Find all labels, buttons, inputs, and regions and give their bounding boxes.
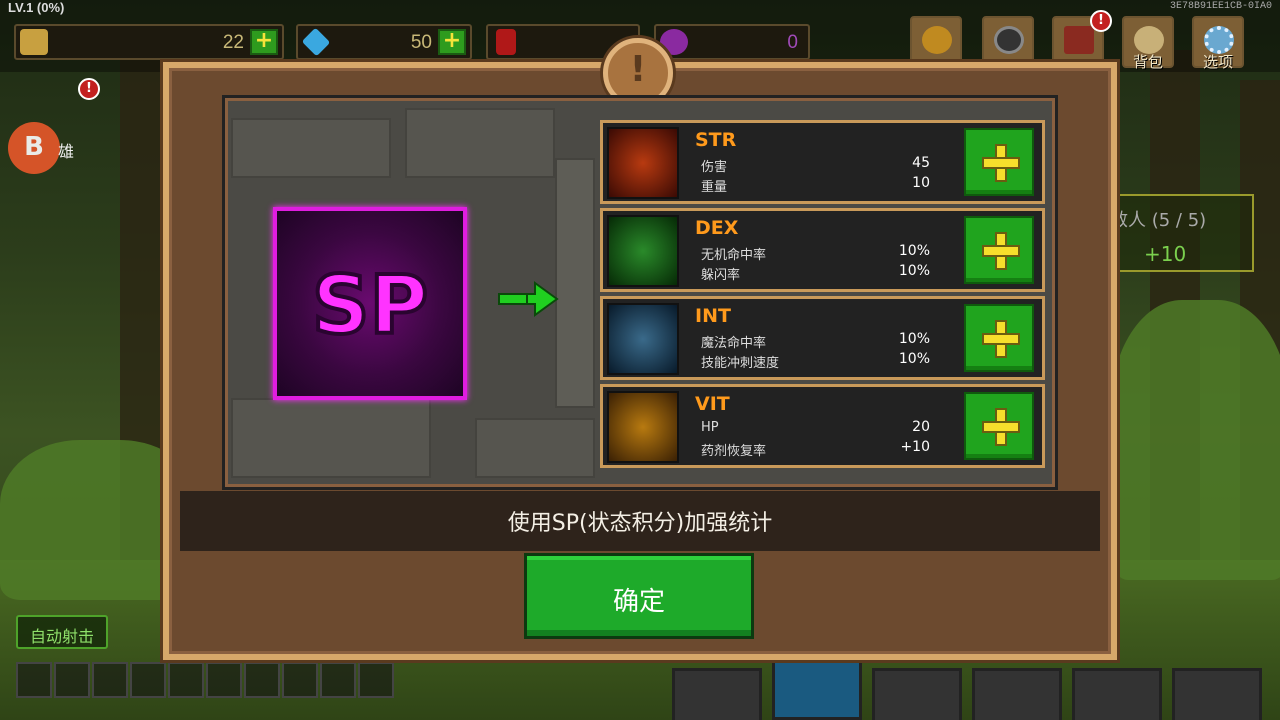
locked-skill-slot[interactable]	[672, 668, 762, 720]
options-label: 选项	[1202, 53, 1233, 71]
stat-line1-label: 魔法命中率	[701, 336, 767, 351]
book-icon	[1064, 26, 1094, 54]
book-button[interactable]: !	[1052, 10, 1112, 68]
inventory-slot[interactable]	[16, 662, 52, 698]
add-gem-button[interactable]: +	[438, 29, 466, 55]
ruby-icon	[496, 29, 516, 55]
gem-amount: 50	[410, 32, 432, 53]
stat-line2-label: 重量	[701, 180, 728, 195]
stat-row-str: STR 伤害 45 重量 10	[600, 120, 1045, 204]
skull-button[interactable]	[982, 16, 1034, 68]
gold-amount: 22	[222, 32, 244, 53]
stat-line1-value: 20	[912, 419, 930, 435]
int-wizard-icon	[607, 303, 679, 375]
stat-row-dex: DEX 无机命中率 10% 躲闪率 10%	[600, 208, 1045, 292]
stat-name: VIT	[695, 393, 730, 415]
stat-name: DEX	[695, 217, 739, 239]
auto-fire-label: 自动射击	[29, 627, 94, 646]
stat-line1-label: 伤害	[701, 160, 728, 175]
vit-muscle-icon	[607, 391, 679, 463]
confirm-button[interactable]: 确定	[524, 553, 754, 639]
gem-counter: 50 +	[296, 24, 472, 60]
stat-line2-value: +10	[900, 439, 930, 455]
stat-line2-label: 躲闪率	[701, 268, 741, 283]
diamond-icon	[301, 27, 331, 57]
inventory-slot[interactable]	[168, 662, 204, 698]
gear-icon	[1204, 26, 1234, 54]
enemy-count: 敌人 (5 / 5)	[1110, 210, 1207, 231]
hero-button[interactable]: B	[8, 122, 60, 174]
skill-slot[interactable]	[772, 660, 862, 720]
str-strength-icon	[607, 127, 679, 199]
soul-amount: 0	[787, 32, 798, 53]
sp-label: SP	[310, 257, 430, 354]
trophy-icon	[922, 26, 952, 54]
inventory-slot[interactable]	[92, 662, 128, 698]
stat-line2-value: 10%	[898, 351, 930, 367]
inventory-slot[interactable]	[244, 662, 280, 698]
bag-icon	[1134, 26, 1164, 54]
locked-skill-slot[interactable]	[1072, 668, 1162, 720]
confirm-label: 确定	[612, 587, 665, 617]
stat-name: INT	[695, 305, 731, 327]
stat-line1-value: 10%	[898, 331, 930, 347]
locked-skill-slot[interactable]	[972, 668, 1062, 720]
hero-button-label: B	[24, 132, 44, 162]
soul-counter: 0	[654, 24, 810, 60]
dex-agility-icon	[607, 215, 679, 287]
hero-alert-badge: !	[78, 78, 100, 100]
level-indicator: LV.1 (0%)	[8, 0, 65, 15]
locked-skill-slot[interactable]	[872, 668, 962, 720]
stat-line2-label: 药剂恢复率	[701, 444, 767, 459]
stat-line2-value: 10%	[898, 263, 930, 279]
trophy-button[interactable]	[910, 16, 962, 68]
gold-counter: 22 +	[14, 24, 284, 60]
add-str-button[interactable]	[964, 128, 1034, 196]
add-gold-button[interactable]: +	[250, 29, 278, 55]
stat-line2-label: 技能冲刺速度	[701, 356, 780, 371]
inventory-slot[interactable]	[54, 662, 90, 698]
inventory-slot[interactable]	[206, 662, 242, 698]
options-button[interactable]: 选项	[1192, 16, 1244, 71]
auto-fire-button[interactable]: 自动射击	[16, 615, 108, 649]
enemy-panel: 敌人 (5 / 5) +10	[1094, 194, 1254, 272]
device-id: 3E78B91EE1CB-0IA0	[1169, 1, 1272, 12]
inventory-slot[interactable]	[282, 662, 318, 698]
stat-line2-value: 10	[912, 175, 930, 191]
stat-line1-label: 无机命中率	[701, 248, 767, 263]
stat-row-vit: VIT HP 20 药剂恢复率 +10	[600, 384, 1045, 468]
locked-skill-slot[interactable]	[1172, 668, 1262, 720]
skull-icon	[994, 26, 1024, 54]
sp-icon: SP	[273, 207, 467, 400]
inventory-slot[interactable]	[320, 662, 356, 698]
add-int-button[interactable]	[964, 304, 1034, 372]
stat-name: STR	[695, 129, 737, 151]
bag-button[interactable]: 背包	[1122, 16, 1174, 71]
add-vit-button[interactable]	[964, 392, 1034, 460]
stat-line1-label: HP	[701, 420, 719, 435]
stat-row-int: INT 魔法命中率 10% 技能冲刺速度 10%	[600, 296, 1045, 380]
stat-line1-value: 10%	[898, 243, 930, 259]
add-dex-button[interactable]	[964, 216, 1034, 284]
bag-label: 背包	[1132, 53, 1163, 71]
hero-avatar[interactable]: !	[44, 70, 100, 130]
enemy-reward: +10	[1144, 242, 1187, 266]
inventory-slot[interactable]	[130, 662, 166, 698]
inventory-slot[interactable]	[358, 662, 394, 698]
gold-bag-icon	[20, 29, 48, 55]
alert-badge: !	[1090, 10, 1112, 32]
hero-label: 雄	[58, 142, 75, 161]
arrow-right-icon	[498, 281, 559, 317]
hint-text: 使用SP(状态积分)加强统计	[507, 511, 773, 536]
hint-bar: 使用SP(状态积分)加强统计	[180, 491, 1100, 551]
stat-line1-value: 45	[912, 155, 930, 171]
